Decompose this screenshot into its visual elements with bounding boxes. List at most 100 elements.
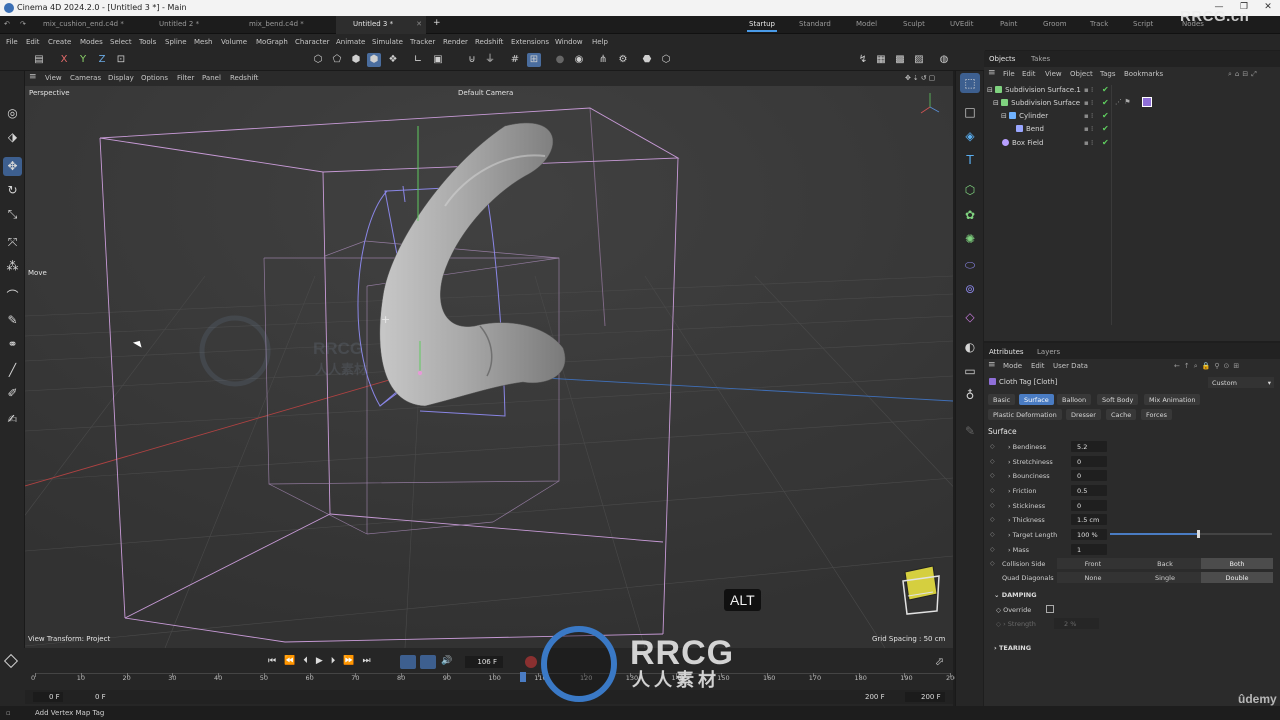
menu-tracker[interactable]: Tracker — [410, 38, 435, 46]
damping-section[interactable]: ⌄ DAMPING — [994, 591, 1037, 599]
viewport-menu-display[interactable]: Display — [108, 74, 134, 82]
attributes-nav-icons[interactable]: ←↑⌕🔒⚲⊙⊞ — [1174, 362, 1243, 371]
attributes-menu-edit[interactable]: Edit — [1031, 362, 1045, 370]
objects-menu-tags[interactable]: Tags — [1100, 70, 1116, 78]
enabled-check-icon[interactable]: ✔ — [1102, 138, 1109, 147]
keyframe-dot-icon[interactable]: ◇ — [990, 516, 995, 523]
axis-mode-icon[interactable]: ∟ — [411, 53, 425, 67]
pen-tool-icon[interactable]: ✐ — [3, 384, 22, 403]
layout-standard[interactable]: Standard — [799, 20, 831, 28]
snap-icon[interactable]: # — [508, 53, 522, 67]
cloner-icon[interactable]: ✿ — [960, 205, 980, 225]
button-mix-animation[interactable]: Mix Animation — [1144, 394, 1201, 405]
target-length-field[interactable]: 100 % — [1071, 529, 1107, 540]
layout-uvedit[interactable]: UVEdit — [950, 20, 973, 28]
menu-render[interactable]: Render — [443, 38, 468, 46]
friction-field[interactable]: 0.5 — [1071, 485, 1107, 496]
go-end-icon[interactable]: ⏭ — [363, 656, 379, 666]
enabled-check-icon[interactable]: ✔ — [1102, 111, 1109, 120]
min-frame-field[interactable]: 0 F — [33, 692, 63, 702]
layout-sculpt[interactable]: Sculpt — [903, 20, 925, 28]
stretchiness-field[interactable]: 0 — [1071, 456, 1107, 467]
spline-icon[interactable]: ◇ — [960, 307, 980, 327]
bounciness-field[interactable]: 0 — [1071, 470, 1107, 481]
play-icon[interactable]: ▶ — [316, 656, 331, 666]
loop-icon[interactable] — [400, 655, 416, 669]
autokey-icon[interactable] — [420, 655, 436, 669]
visibility-toggle[interactable]: ▪ ⁞ — [1084, 99, 1093, 107]
tweak-mode-icon[interactable]: ▣ — [431, 53, 445, 67]
target-length-slider-track[interactable] — [1110, 530, 1272, 538]
tool-a-icon[interactable]: ↯ — [856, 53, 870, 67]
attributes-menu-mode[interactable]: Mode — [1003, 362, 1022, 370]
stickiness-field[interactable]: 0 — [1071, 500, 1107, 511]
bendiness-field[interactable]: 5.2 — [1071, 441, 1107, 452]
object-row-subdivision-surface[interactable]: ⊟ Subdivision Surface — [993, 99, 1080, 107]
button-dresser[interactable]: Dresser — [1066, 409, 1101, 420]
knife-tool-icon[interactable]: ✎ — [3, 311, 22, 330]
menu-volume[interactable]: Volume — [221, 38, 247, 46]
viewport-menu-view[interactable]: View — [45, 74, 62, 82]
enabled-check-icon[interactable]: ✔ — [1102, 124, 1109, 133]
tab-attributes[interactable]: Attributes — [989, 348, 1024, 356]
menu-character[interactable]: Character — [295, 38, 330, 46]
viewport-menu-redshift[interactable]: Redshift — [230, 74, 258, 82]
tab-mix-bend[interactable]: mix_bend.c4d * — [242, 16, 332, 34]
button-cache[interactable]: Cache — [1106, 409, 1137, 420]
collision-side-front[interactable]: Front — [1057, 558, 1129, 569]
tab-objects[interactable]: Objects — [989, 55, 1015, 63]
quad-diagonals-single[interactable]: Single — [1129, 572, 1201, 583]
layout-track[interactable]: Track — [1090, 20, 1108, 28]
keyframe-dot-icon[interactable]: ◇ — [990, 560, 995, 567]
tearing-section[interactable]: › TEARING — [994, 644, 1031, 652]
record-key-icon[interactable]: ● — [553, 53, 567, 67]
enabled-check-icon[interactable]: ✔ — [1102, 85, 1109, 94]
menu-tools[interactable]: Tools — [139, 38, 156, 46]
render-to-pv-icon[interactable]: ▩ — [893, 53, 907, 67]
record-icon[interactable] — [525, 656, 537, 668]
menu-animate[interactable]: Animate — [336, 38, 365, 46]
keyframe-dot-icon[interactable]: ◇ — [990, 443, 995, 450]
tab-mix-cushion-end[interactable]: mix_cushion_end.c4d * — [36, 16, 124, 34]
menu-extensions[interactable]: Extensions — [511, 38, 549, 46]
current-frame-field[interactable]: 106 F — [465, 656, 503, 668]
keyframe-dot-icon[interactable]: ◇ — [990, 502, 995, 509]
field-icon[interactable]: ⊚ — [960, 279, 980, 299]
soft-selection-icon[interactable]: ⊍ — [465, 53, 479, 67]
objects-menu-edit[interactable]: Edit — [1022, 70, 1036, 78]
prev-key-icon[interactable]: ⏪ — [284, 656, 303, 666]
tab-layers[interactable]: Layers — [1037, 348, 1060, 356]
points-mode-icon[interactable]: ⬡ — [311, 53, 325, 67]
viewport-menu-filter[interactable]: Filter — [177, 74, 194, 82]
menu-window[interactable]: Window — [555, 38, 583, 46]
attributes-hamburger-icon[interactable]: ≡ — [988, 360, 996, 370]
objects-hamburger-icon[interactable]: ≡ — [988, 68, 996, 78]
attributes-menu-user-data[interactable]: User Data — [1053, 362, 1088, 370]
preset-dropdown[interactable]: Custom ▾ — [1208, 377, 1274, 388]
render-region-icon[interactable]: ◉ — [572, 53, 586, 67]
objects-menu-file[interactable]: File — [1003, 70, 1015, 78]
layout-groom[interactable]: Groom — [1043, 20, 1067, 28]
objects-menu-view[interactable]: View — [1045, 70, 1062, 78]
menu-edit[interactable]: Edit — [26, 38, 40, 46]
scale-tool-icon[interactable]: ⤡ — [3, 205, 22, 224]
collision-side-both[interactable]: Both — [1201, 558, 1273, 569]
menu-simulate[interactable]: Simulate — [372, 38, 403, 46]
menu-file[interactable]: File — [6, 38, 18, 46]
button-soft-body[interactable]: Soft Body — [1097, 394, 1139, 405]
keyframe-dot-icon[interactable]: ◇ — [990, 458, 995, 465]
target-length-slider-handle[interactable] — [1197, 530, 1201, 538]
clapper-icon[interactable]: ▦ — [874, 53, 888, 67]
timeline-ruler[interactable]: 0 10 20 30 40 50 60 70 80 90 100 110 120 130 140 150 160… — [25, 673, 958, 687]
layout-model[interactable]: Model — [856, 20, 877, 28]
move-tool-icon[interactable]: ✥ — [3, 157, 22, 176]
rotate-tool-icon[interactable]: ↻ — [3, 181, 22, 200]
go-start-icon[interactable]: ⏮ — [268, 656, 284, 666]
max-frame-field[interactable]: 200 F — [905, 692, 945, 702]
materials-icon[interactable]: ◍ — [937, 53, 951, 67]
coordinate-system-icon[interactable]: ⊡ — [114, 53, 128, 67]
viewport-nav-icons[interactable]: ✥⇣↺▢ — [905, 74, 937, 82]
next-key-icon[interactable]: ⏩ — [343, 656, 362, 666]
objects-panel-icons[interactable]: ⌕⌂⊟⤢ — [1228, 70, 1260, 79]
brush-tool-icon[interactable]: ╱ — [3, 361, 22, 380]
